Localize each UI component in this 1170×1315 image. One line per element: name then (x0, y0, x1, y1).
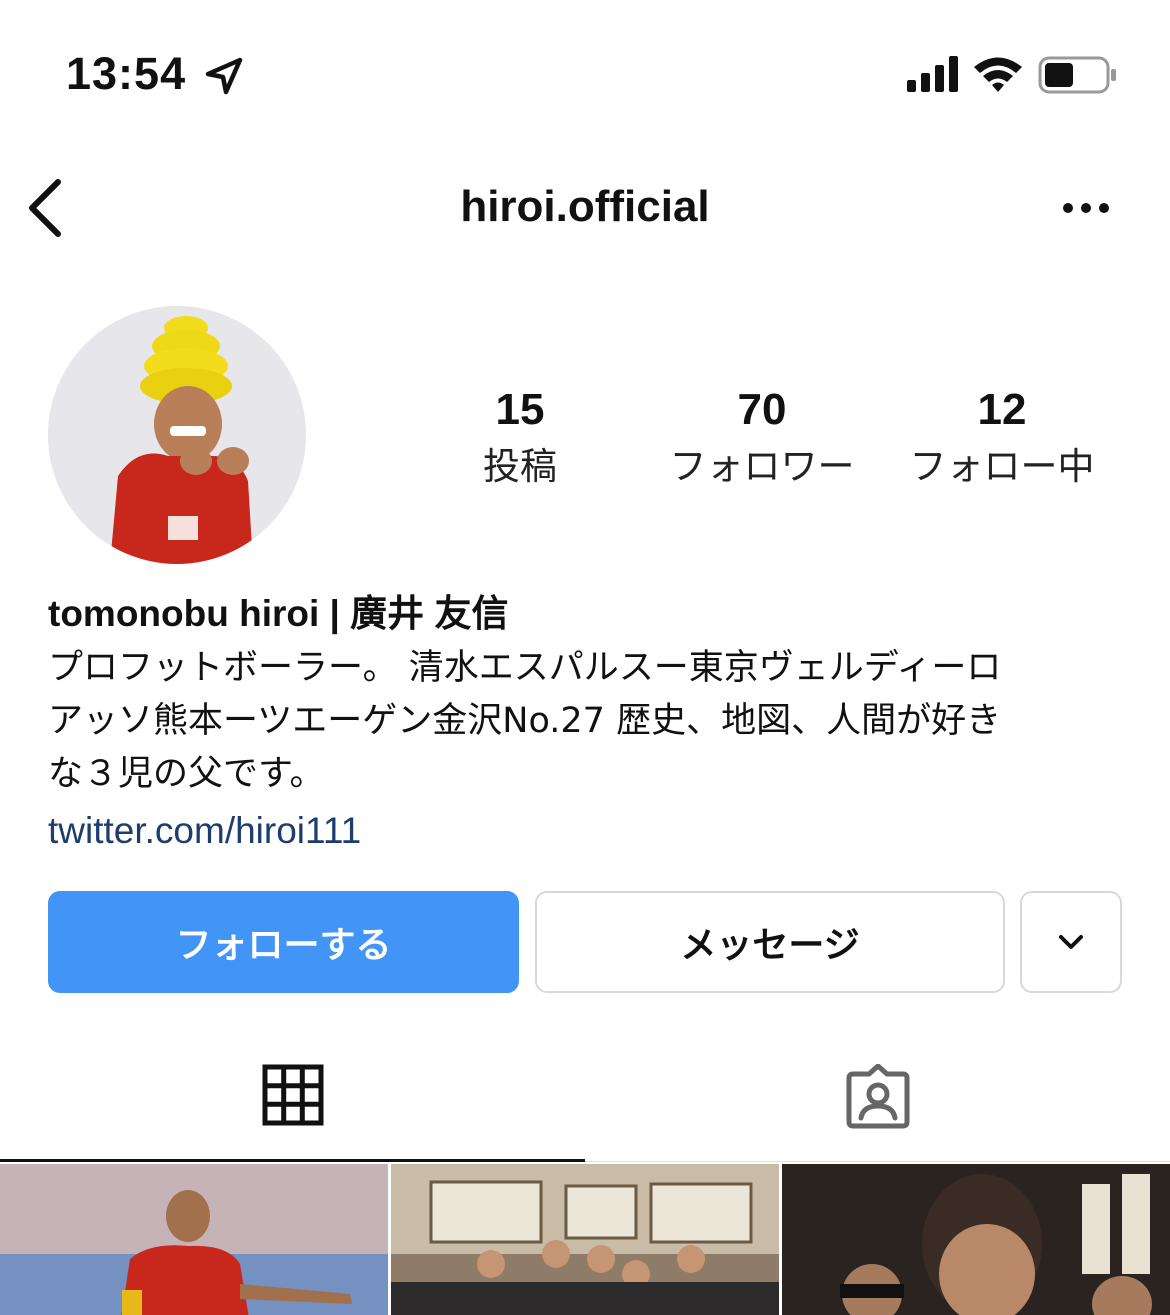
avatar[interactable] (48, 306, 306, 564)
chevron-down-icon (1059, 935, 1083, 949)
grid-icon (262, 1064, 324, 1126)
bio-line: アッソ熊本ーツエーゲン金沢No.27 歴史、地図、人間が好き (48, 701, 1002, 741)
bio-line: な３児の父です。 (48, 754, 325, 794)
profile-name: tomonobu hiroi | 廣井 友信 (48, 593, 509, 634)
stat-value: 70 (737, 385, 787, 434)
cellular-signal-icon (907, 56, 958, 92)
stat-posts[interactable]: 15 投稿 (400, 380, 640, 492)
posts-grid (0, 1164, 1170, 1315)
stat-value: 15 (495, 385, 545, 434)
profile-tabs (0, 1040, 1170, 1162)
post-thumbnail[interactable] (391, 1164, 779, 1315)
page-title: hiroi.official (460, 182, 710, 231)
bio-link[interactable]: twitter.com/hiroi111 (48, 803, 1138, 859)
stat-following[interactable]: 12 フォロー中 (882, 380, 1122, 492)
status-time: 13:54 (66, 48, 187, 99)
stat-value: 12 (977, 385, 1027, 434)
nav-bar: hiroi.official (0, 160, 1170, 260)
post-thumbnail[interactable] (0, 1164, 388, 1315)
tab-tagged[interactable] (585, 1040, 1170, 1162)
follow-button[interactable]: フォローする (48, 891, 519, 993)
wifi-icon (974, 57, 1022, 92)
post-image (391, 1164, 779, 1315)
status-bar: 13:54 (0, 0, 1170, 140)
tagged-person-icon (846, 1064, 910, 1129)
avatar-image (48, 306, 306, 564)
stat-label: 投稿 (483, 445, 557, 488)
profile-page: 13:54 hiroi.official 15 投稿 70 フォロワー 12 フ… (0, 0, 1170, 1315)
post-image (0, 1164, 388, 1315)
post-image (782, 1164, 1170, 1315)
bio: tomonobu hiroi | 廣井 友信 プロフットボーラー。 清水エスパル… (48, 586, 1138, 859)
stat-followers[interactable]: 70 フォロワー (642, 380, 882, 492)
message-button[interactable]: メッセージ (535, 891, 1005, 993)
ellipsis-icon[interactable] (1060, 196, 1112, 220)
location-arrow-icon (205, 57, 243, 95)
bio-line: プロフットボーラー。 清水エスパルスー東京ヴェルディーロ (48, 648, 1002, 688)
stat-label: フォロー中 (909, 445, 1095, 488)
post-thumbnail[interactable] (782, 1164, 1170, 1315)
stat-label: フォロワー (669, 445, 855, 488)
profile-stats: 15 投稿 70 フォロワー 12 フォロー中 (400, 380, 1140, 500)
battery-icon (1038, 56, 1116, 94)
suggested-accounts-button[interactable] (1020, 891, 1122, 993)
tab-posts-grid[interactable] (0, 1040, 585, 1162)
